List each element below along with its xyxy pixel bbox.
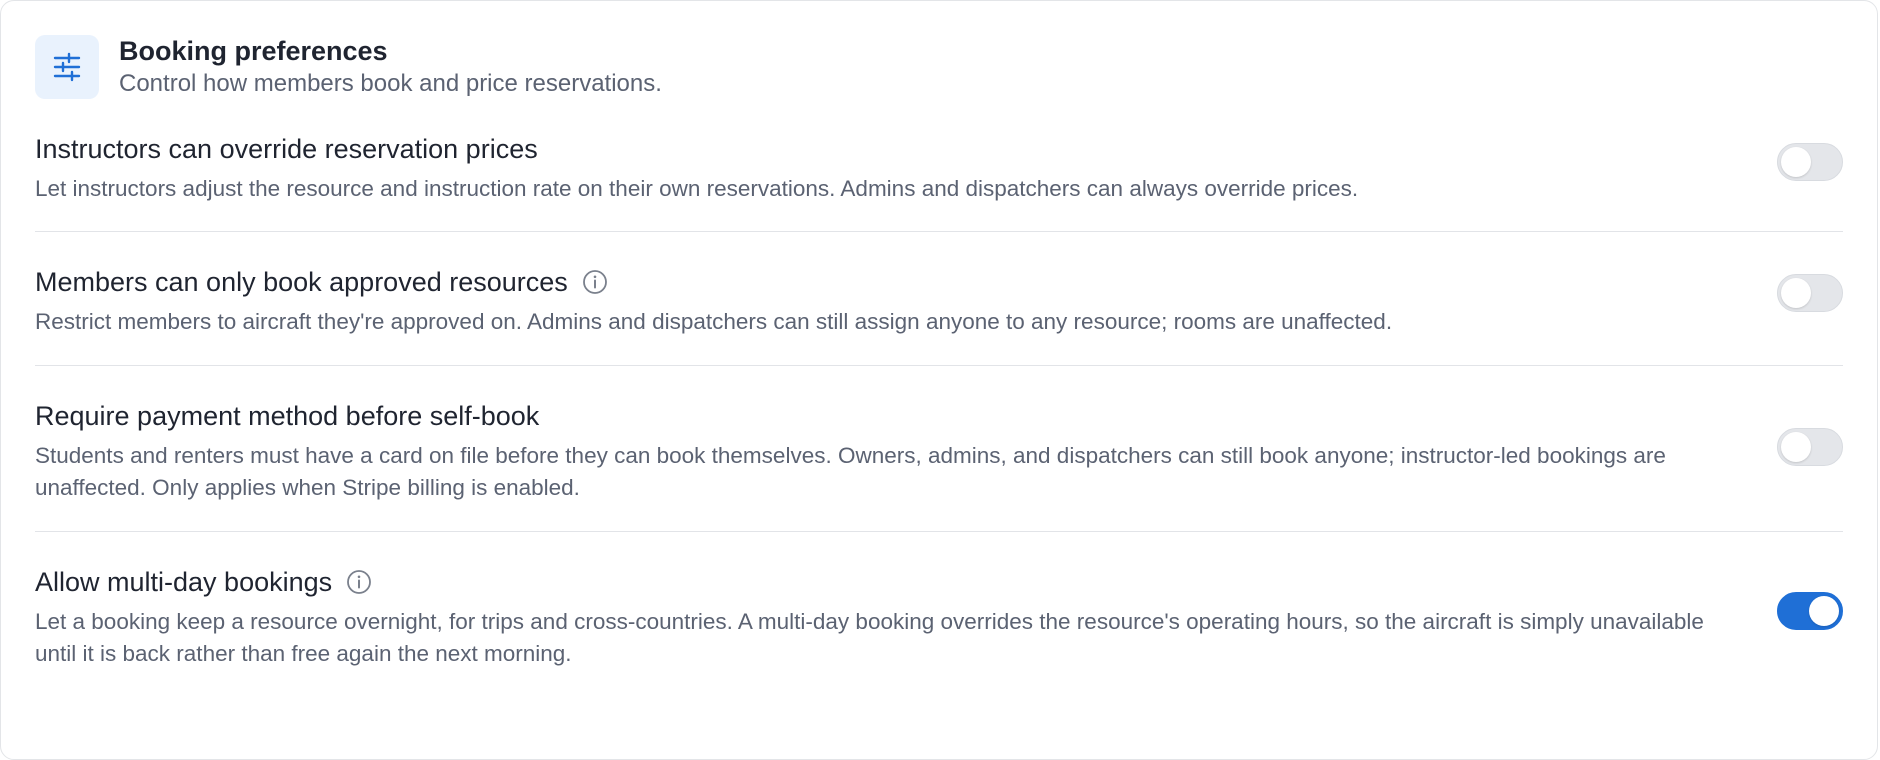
payment-method-toggle[interactable] <box>1777 428 1843 466</box>
override-prices-toggle[interactable] <box>1777 143 1843 181</box>
setting-description: Restrict members to aircraft they're app… <box>35 309 1393 334</box>
setting-title: Allow multi-day bookings <box>35 567 333 597</box>
setting-row-approved-resources: Members can only book approved resources… <box>35 232 1843 366</box>
setting-row-override-prices: Instructors can override reservation pri… <box>35 121 1843 232</box>
sliders-icon <box>35 35 99 99</box>
section-title: Booking preferences <box>119 36 388 66</box>
toggle-knob <box>1809 596 1839 626</box>
toggle-knob <box>1781 278 1811 308</box>
toggle-knob <box>1781 147 1811 177</box>
approved-resources-toggle[interactable] <box>1777 274 1843 312</box>
setting-description: Students and renters must have a card on… <box>35 443 1666 500</box>
section-header: Booking preferences Control how members … <box>35 35 662 101</box>
setting-title: Require payment method before self-book <box>35 401 540 431</box>
booking-preferences-card: Booking preferences Control how members … <box>0 0 1878 760</box>
setting-description: Let instructors adjust the resource and … <box>35 176 1359 201</box>
multi-day-toggle[interactable] <box>1777 592 1843 630</box>
setting-title: Members can only book approved resources <box>35 267 568 297</box>
info-icon[interactable] <box>346 569 372 595</box>
setting-description: Let a booking keep a resource overnight,… <box>35 609 1704 666</box>
toggle-knob <box>1781 432 1811 462</box>
section-subtitle: Control how members book and price reser… <box>119 70 662 97</box>
setting-row-payment-method: Require payment method before self-book … <box>35 366 1843 532</box>
settings-list: Instructors can override reservation pri… <box>35 121 1843 692</box>
info-icon[interactable] <box>582 269 608 295</box>
setting-row-multi-day: Allow multi-day bookings Let a booking k… <box>35 532 1843 692</box>
setting-title: Instructors can override reservation pri… <box>35 134 538 164</box>
